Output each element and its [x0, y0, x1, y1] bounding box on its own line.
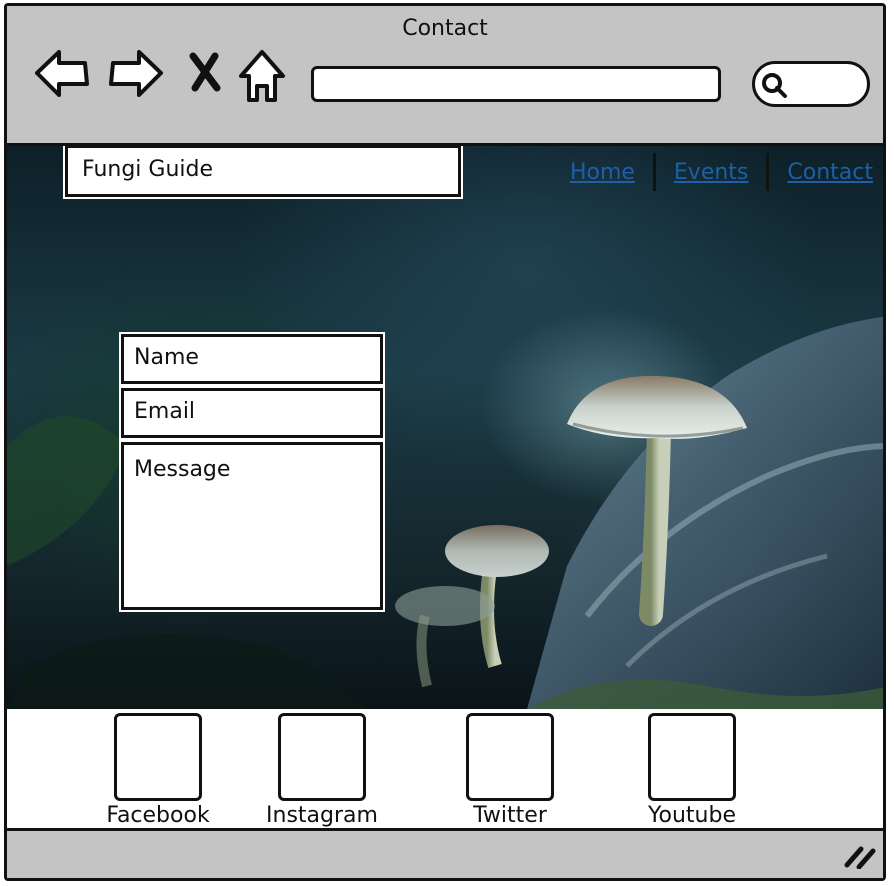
social-item-youtube: Youtube: [622, 713, 762, 828]
arrow-right-icon[interactable]: [107, 46, 165, 100]
search-input[interactable]: [752, 61, 870, 107]
hero-background-image: Fungi Guide Home Events Contact Name Ema…: [7, 146, 883, 709]
email-field[interactable]: Email: [119, 386, 385, 440]
message-placeholder: Message: [134, 457, 231, 482]
social-item-twitter: Twitter: [440, 713, 580, 828]
site-brand-box[interactable]: Fungi Guide: [63, 146, 463, 199]
name-placeholder: Name: [134, 345, 199, 370]
nav-link-home[interactable]: Home: [552, 160, 653, 185]
nav-link-events[interactable]: Events: [656, 160, 767, 185]
nav-link-contact[interactable]: Contact: [769, 160, 873, 185]
message-field[interactable]: Message: [119, 440, 385, 612]
site-brand: Fungi Guide: [82, 157, 214, 182]
site-nav: Home Events Contact: [552, 152, 873, 192]
social-item-instagram: Instagram: [252, 713, 392, 828]
youtube-icon[interactable]: [648, 713, 736, 801]
name-field[interactable]: Name: [119, 332, 385, 386]
social-links: Facebook Instagram Twitter Youtube: [7, 709, 883, 833]
address-bar[interactable]: [311, 66, 721, 102]
instagram-label: Instagram: [266, 803, 378, 828]
search-icon: [762, 73, 787, 98]
browser-window: Contact Fungi Guide Home Events Contact …: [4, 3, 886, 881]
browser-toolbar: Contact: [7, 6, 883, 146]
facebook-icon[interactable]: [114, 713, 202, 801]
social-item-facebook: Facebook: [88, 713, 228, 828]
twitter-icon[interactable]: [466, 713, 554, 801]
facebook-label: Facebook: [106, 803, 210, 828]
arrow-left-icon[interactable]: [33, 46, 91, 100]
instagram-icon[interactable]: [278, 713, 366, 801]
close-icon[interactable]: [187, 52, 223, 92]
window-title: Contact: [402, 16, 488, 41]
status-bar: [7, 828, 883, 878]
twitter-label: Twitter: [473, 803, 547, 828]
email-placeholder: Email: [134, 399, 196, 424]
home-icon[interactable]: [237, 48, 287, 104]
resize-handle-icon[interactable]: [843, 843, 877, 869]
youtube-label: Youtube: [648, 803, 736, 828]
